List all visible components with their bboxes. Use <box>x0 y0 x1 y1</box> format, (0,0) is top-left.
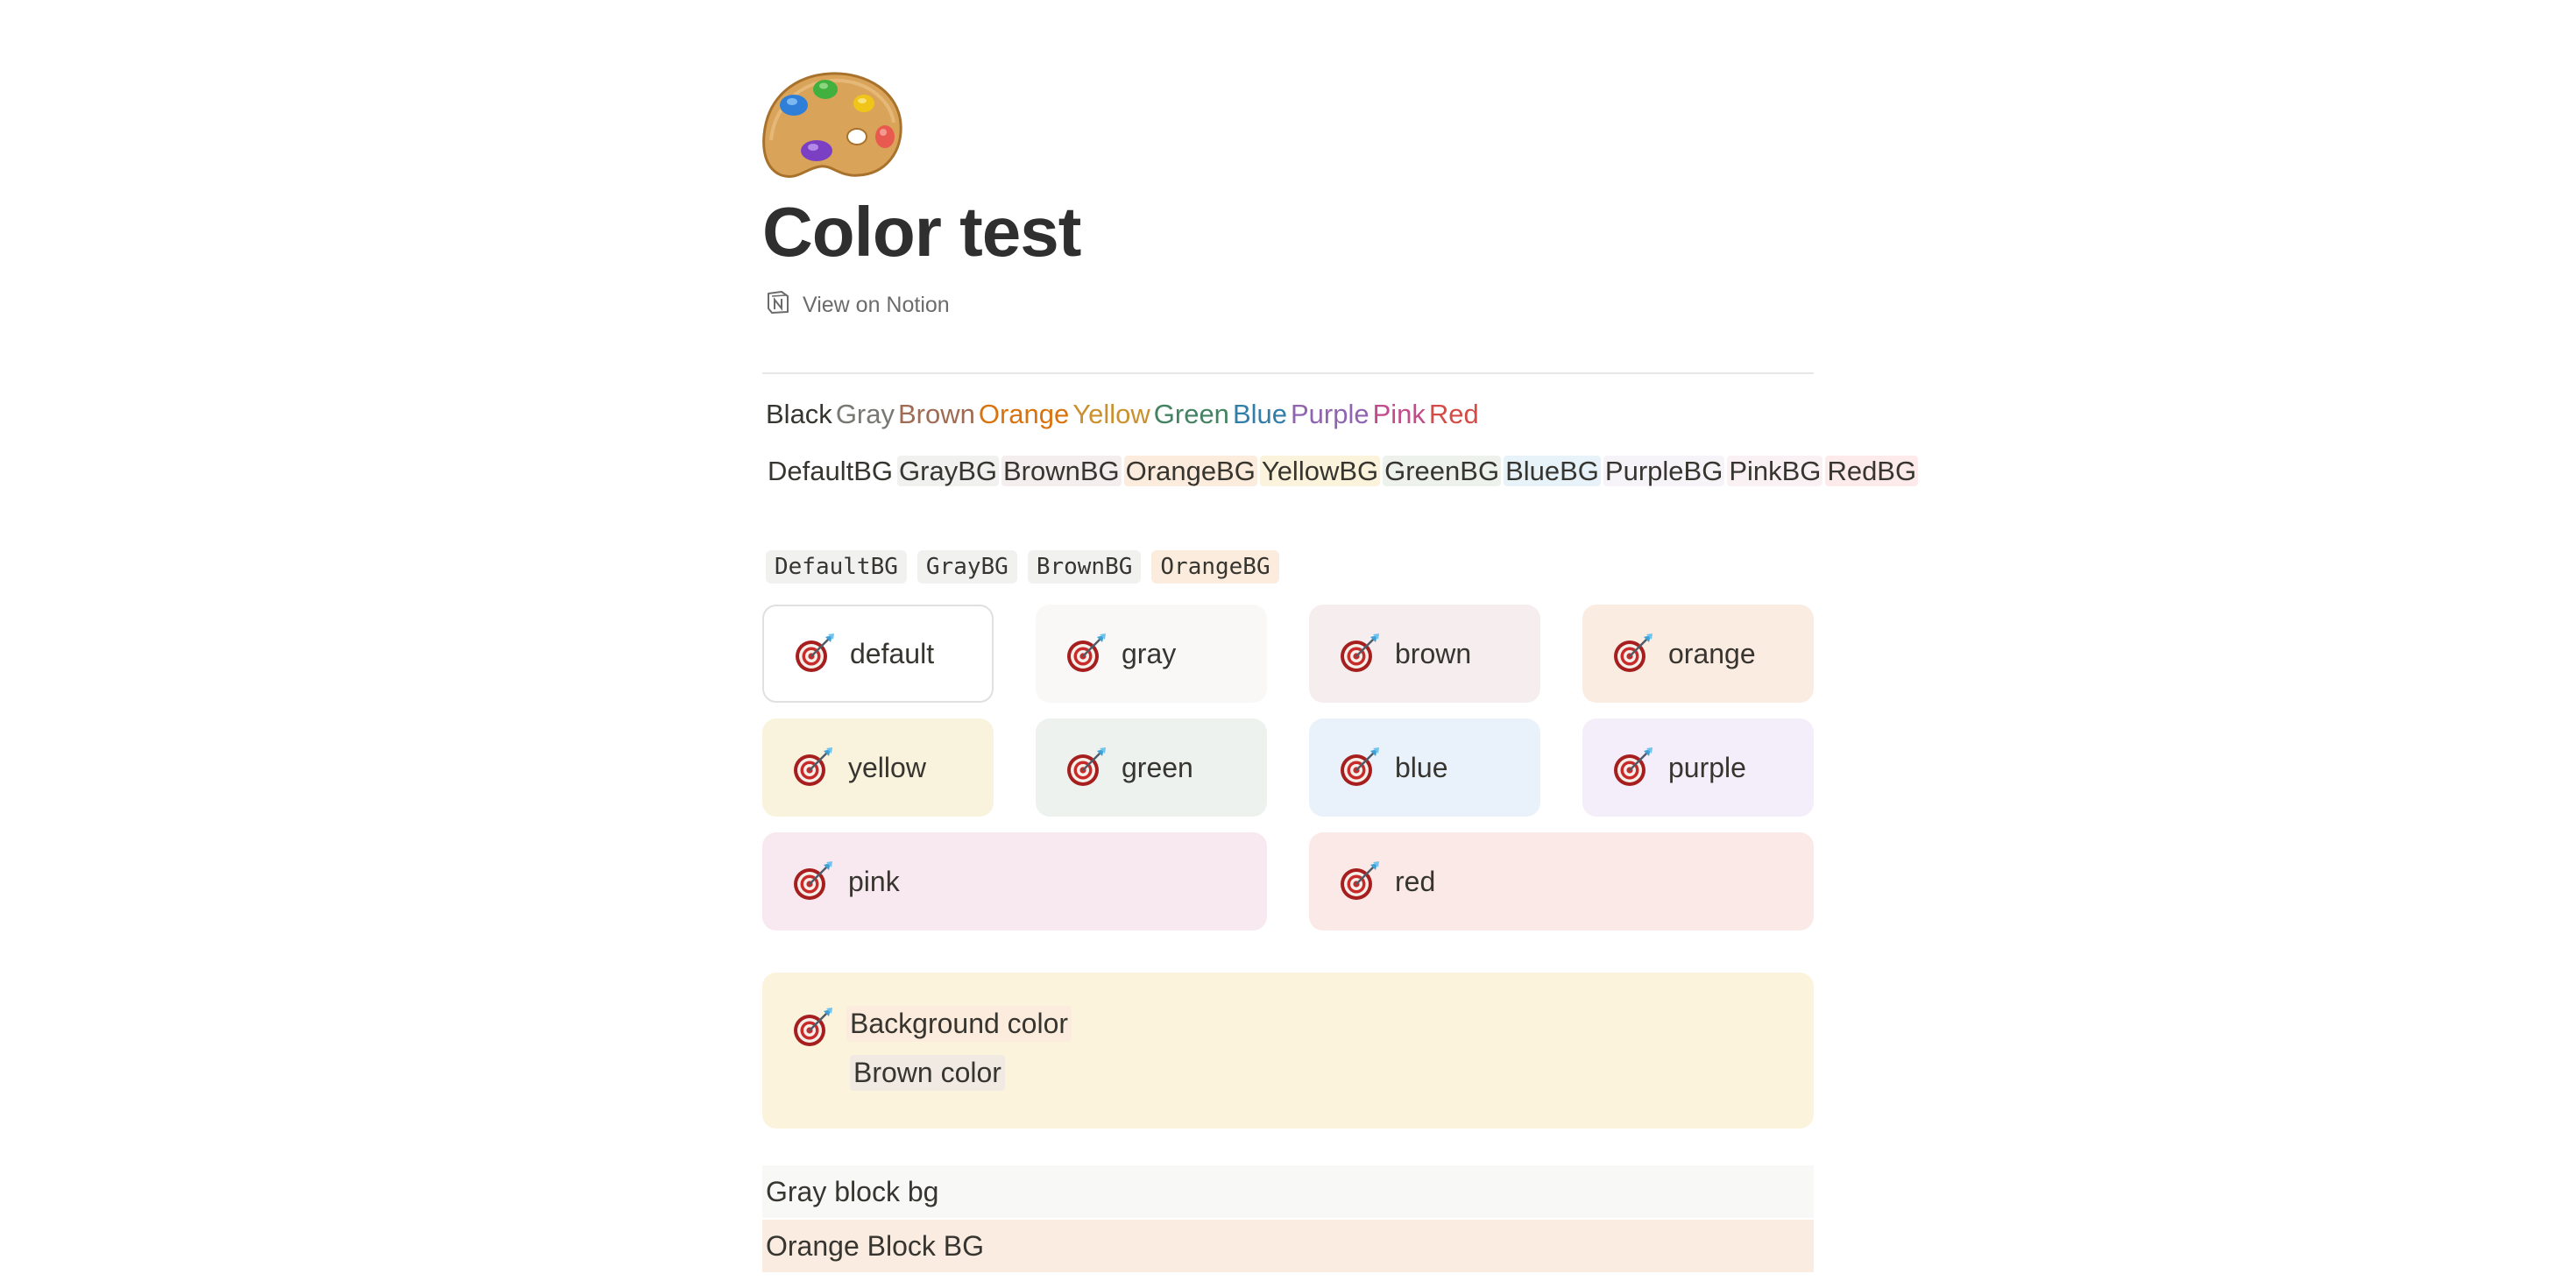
bg-color-greenbg: GreenBG <box>1383 456 1502 486</box>
callout-blue: blue <box>1309 718 1540 817</box>
callout-label: default <box>850 637 935 669</box>
callout-label: blue <box>1395 751 1448 783</box>
direct-hit-target-icon <box>1337 746 1381 789</box>
callout-red: red <box>1309 832 1814 931</box>
callout-purple: purple <box>1582 718 1814 817</box>
callout-gray: gray <box>1036 605 1267 703</box>
direct-hit-target-icon <box>1337 632 1381 676</box>
direct-hit-target-icon <box>1064 632 1108 676</box>
bg-color-brownbg: BrownBG <box>1001 456 1122 486</box>
text-color-orange: Orange <box>978 399 1070 429</box>
text-color-black: Black <box>766 399 832 429</box>
callout-label: green <box>1122 751 1193 783</box>
callout-yellow: yellow <box>762 718 994 817</box>
callout-brown: brown <box>1309 605 1540 703</box>
view-on-notion-link[interactable]: View on Notion <box>764 289 950 321</box>
page-title: Color test <box>762 193 1081 271</box>
direct-hit-target-icon <box>1064 746 1108 789</box>
text-color-red: Red <box>1428 399 1479 429</box>
text-color-pink: Pink <box>1372 399 1426 429</box>
notion-logo-icon <box>764 288 792 322</box>
direct-hit-target-icon <box>1610 632 1654 676</box>
callout-default: default <box>762 605 994 703</box>
bg-color-purplebg: PurpleBG <box>1603 456 1725 486</box>
callout-label: orange <box>1668 637 1756 669</box>
background-color-callout: Background color Brown color <box>762 973 1814 1129</box>
inline-code-graybg: GrayBG <box>916 550 1017 584</box>
direct-hit-target-icon <box>790 1006 834 1050</box>
text-color-brown: Brown <box>898 399 975 429</box>
direct-hit-target-icon <box>790 860 834 903</box>
direct-hit-target-icon <box>1337 860 1381 903</box>
bg-color-redbg: RedBG <box>1825 456 1919 486</box>
callout-label: pink <box>848 865 900 897</box>
inline-code-defaultbg: DefaultBG <box>766 550 907 584</box>
callout-label: purple <box>1668 751 1746 783</box>
text-color-gray: Gray <box>835 399 895 429</box>
bg-color-yellowbg: YellowBG <box>1259 456 1381 486</box>
callout-label: red <box>1395 865 1436 897</box>
callout-orange: orange <box>1582 605 1814 703</box>
bg-color-graybg: GrayBG <box>897 456 999 486</box>
block-orange-block-bg: Orange Block BG <box>762 1220 1814 1272</box>
callout-label: yellow <box>848 751 926 783</box>
callout-brown-color-text: Brown color <box>850 1055 1005 1091</box>
callout-green: green <box>1036 718 1267 817</box>
callout-pink: pink <box>762 832 1267 931</box>
bg-color-bluebg: BlueBG <box>1504 456 1601 486</box>
callout-label: gray <box>1122 637 1177 669</box>
bg-color-orangebg: OrangeBG <box>1123 456 1257 486</box>
artist-palette-icon[interactable] <box>762 70 902 180</box>
inline-code-brownbg: BrownBG <box>1027 550 1142 584</box>
text-color-blue: Blue <box>1232 399 1287 429</box>
text-color-yellow: Yellow <box>1072 399 1150 429</box>
bg-color-defaultbg: DefaultBG <box>768 456 894 486</box>
text-color-line: Black Gray Brown Orange Yellow Green Blue Purpl… <box>766 399 1483 430</box>
block-gray-block-bg: Gray block bg <box>762 1165 1814 1218</box>
view-on-notion-label: View on Notion <box>803 292 950 317</box>
text-color-green: Green <box>1153 399 1229 429</box>
direct-hit-target-icon <box>790 746 834 789</box>
background-color-line: DefaultBG GrayBG BrownBG OrangeBG YellowBG Gr… <box>766 450 1919 492</box>
callout-background-color-text: Background color <box>846 1006 1072 1042</box>
inline-code-orangebg: OrangeBG <box>1151 550 1279 584</box>
divider <box>762 372 1814 374</box>
bg-color-pinkbg: PinkBG <box>1727 456 1823 486</box>
text-color-purple: Purple <box>1290 399 1369 429</box>
callout-label: brown <box>1395 637 1472 669</box>
direct-hit-target-icon <box>1610 746 1654 789</box>
direct-hit-target-icon <box>792 632 836 676</box>
inline-code-line: DefaultBG GrayBG BrownBG OrangeBG <box>766 550 1279 584</box>
